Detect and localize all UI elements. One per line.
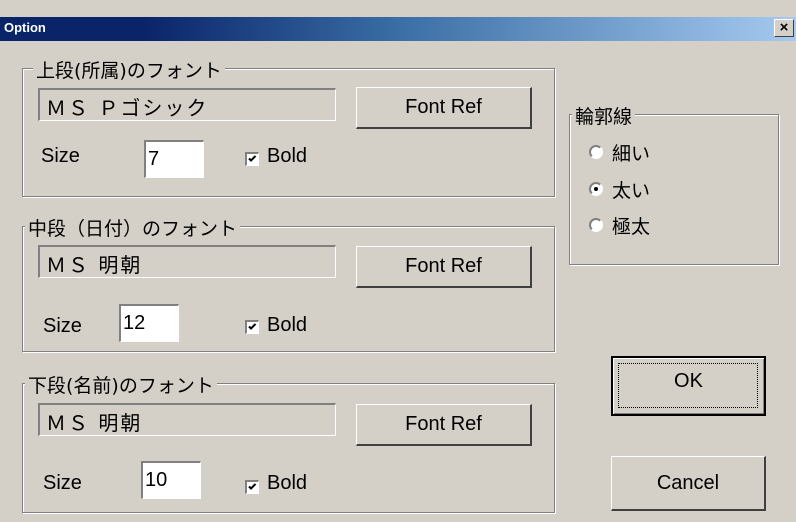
upper-font-group: 上段(所属)のフォント ＭＳ Ｐゴシック Font Ref Size Bold xyxy=(22,56,555,197)
title-bar[interactable]: Option × xyxy=(0,17,796,41)
close-button[interactable]: × xyxy=(774,19,794,37)
upper-size-input[interactable] xyxy=(144,140,204,178)
lower-size-input[interactable] xyxy=(141,461,201,499)
upper-font-legend: 上段(所属)のフォント xyxy=(33,56,225,83)
middle-font-group: 中段（日付）のフォント ＭＳ 明朝 Font Ref Size Bold xyxy=(22,214,555,352)
check-mark-icon xyxy=(248,483,257,490)
outline-thin-label: 細い xyxy=(612,143,651,165)
outline-thick-radio[interactable] xyxy=(589,182,603,196)
upper-font-name-display: ＭＳ Ｐゴシック xyxy=(38,88,336,121)
option-dialog: Option × 上段(所属)のフォント ＭＳ Ｐゴシック Font Ref S… xyxy=(0,0,796,522)
lower-font-group: 下段(名前)のフォント ＭＳ 明朝 Font Ref Size Bold xyxy=(22,371,555,513)
lower-bold-checkbox[interactable] xyxy=(245,480,259,494)
middle-bold-checkbox[interactable] xyxy=(245,320,259,334)
check-mark-icon xyxy=(248,323,257,330)
lower-size-label: Size xyxy=(43,472,82,494)
lower-font-ref-button[interactable]: Font Ref xyxy=(356,404,532,446)
upper-size-label: Size xyxy=(41,145,80,167)
lower-bold-label: Bold xyxy=(267,472,308,494)
outline-legend: 輪郭線 xyxy=(572,102,636,129)
window-title: Option xyxy=(4,20,46,35)
middle-size-input[interactable] xyxy=(119,304,179,342)
outline-extra-thick-radio[interactable] xyxy=(589,218,603,232)
check-mark-icon xyxy=(248,155,257,162)
upper-bold-label: Bold xyxy=(267,145,308,167)
ok-button[interactable]: OK xyxy=(611,356,766,416)
outline-thin-radio[interactable] xyxy=(589,145,603,159)
upper-bold-checkbox[interactable] xyxy=(245,152,259,166)
ok-button-label: OK xyxy=(674,370,703,392)
middle-size-label: Size xyxy=(43,315,82,337)
cancel-button-label: Cancel xyxy=(656,472,720,494)
middle-font-legend: 中段（日付）のフォント xyxy=(25,214,241,241)
outline-group: 輪郭線 細い 太い 極太 xyxy=(569,102,779,265)
lower-font-name-display: ＭＳ 明朝 xyxy=(38,403,336,436)
middle-bold-label: Bold xyxy=(267,314,308,336)
middle-font-ref-button[interactable]: Font Ref xyxy=(356,246,532,288)
middle-font-name-display: ＭＳ 明朝 xyxy=(38,245,336,278)
upper-font-ref-button[interactable]: Font Ref xyxy=(356,87,532,129)
close-icon: × xyxy=(779,19,789,36)
outline-thick-label: 太い xyxy=(612,180,651,202)
lower-font-legend: 下段(名前)のフォント xyxy=(25,371,217,398)
outline-extra-thick-label: 極太 xyxy=(612,216,651,238)
radio-selected-dot xyxy=(594,187,598,191)
cancel-button[interactable]: Cancel xyxy=(611,456,766,511)
